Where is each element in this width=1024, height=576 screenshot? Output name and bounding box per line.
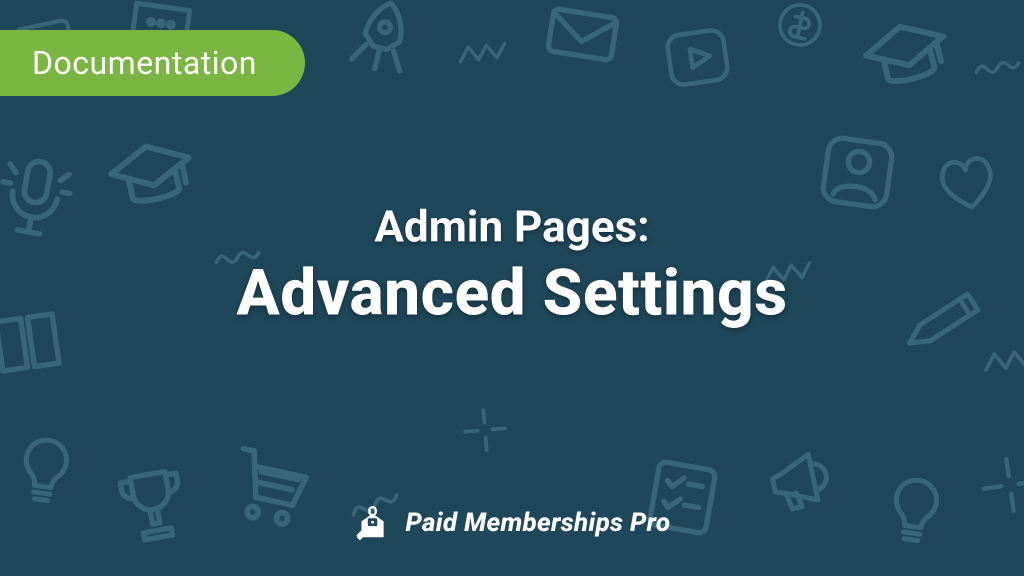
hero-banner: Documentation Admin Pages: Advanced Sett… bbox=[0, 0, 1024, 576]
coin-icon bbox=[764, 0, 835, 61]
squiggle-icon bbox=[967, 37, 1024, 97]
sparkle-icon bbox=[452, 397, 517, 462]
title-line-2: Advanced Settings bbox=[51, 258, 973, 328]
lightbulb-icon bbox=[0, 425, 90, 515]
rocket-icon bbox=[331, 0, 434, 89]
title-line-1: Admin Pages: bbox=[51, 201, 973, 252]
cart-icon bbox=[217, 432, 324, 539]
envelope-icon bbox=[534, 0, 631, 83]
brand-footer: Paid Memberships Pro bbox=[354, 504, 671, 542]
megaphone-icon bbox=[753, 433, 848, 528]
lightbulb-icon bbox=[870, 465, 960, 555]
title-block: Admin Pages: Advanced Settings bbox=[51, 201, 973, 328]
brand-name: Paid Memberships Pro bbox=[406, 508, 671, 538]
play-icon bbox=[655, 15, 740, 100]
brand-logo-icon bbox=[354, 504, 392, 542]
sparkle-icon bbox=[970, 445, 1024, 524]
trophy-icon bbox=[103, 453, 201, 551]
zigzag-icon bbox=[977, 327, 1024, 393]
category-badge: Documentation bbox=[0, 30, 305, 96]
category-badge-label: Documentation bbox=[32, 44, 257, 82]
grad-cap-icon bbox=[850, 0, 965, 115]
zigzag-icon bbox=[452, 22, 512, 82]
